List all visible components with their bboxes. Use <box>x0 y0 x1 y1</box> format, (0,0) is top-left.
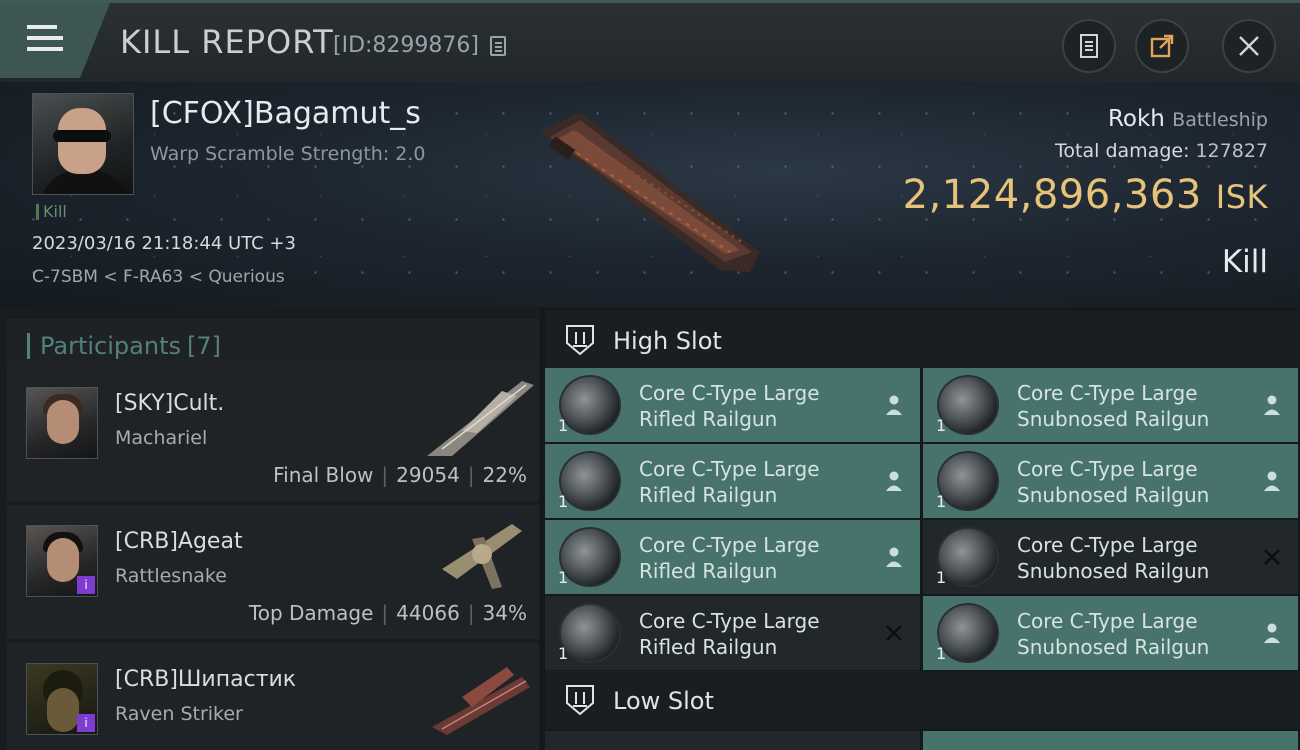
clipboard-button[interactable] <box>1062 19 1116 73</box>
high-slot-label: High Slot <box>613 327 722 355</box>
participants-panel: Participants [7] [SKY]Cult. Machariel Fin… <box>0 307 540 750</box>
person-icon <box>886 471 902 491</box>
module-slot[interactable]: 1 Core C-Type Large Snubnosed Railgun <box>923 520 1298 594</box>
victim-avatar[interactable] <box>32 93 134 195</box>
participant-ship: Rattlesnake <box>115 565 227 587</box>
high-slot-header: High Slot <box>545 311 1300 369</box>
participant-name: [SKY]Cult. <box>115 391 225 416</box>
module-slot[interactable]: 1 Core C-Type Large Rifled Railgun <box>545 444 920 518</box>
copy-icon[interactable] <box>490 36 506 56</box>
participant-ship: Machariel <box>115 427 208 449</box>
module-slot[interactable] <box>923 731 1298 750</box>
share-button[interactable] <box>1135 19 1189 73</box>
module-name: Core C-Type Large Snubnosed Railgun <box>1017 381 1210 431</box>
shield-icon <box>566 685 594 716</box>
module-slot[interactable]: 1 Core C-Type Large Rifled Railgun <box>545 520 920 594</box>
person-icon <box>886 395 902 415</box>
railgun-icon <box>559 375 621 435</box>
module-slot[interactable]: 1 Core C-Type Large Snubnosed Railgun <box>923 596 1298 670</box>
module-name: Core C-Type Large Rifled Railgun <box>639 457 820 507</box>
module-name: Core C-Type Large Snubnosed Railgun <box>1017 457 1210 507</box>
menu-icon <box>27 25 63 55</box>
module-slot[interactable]: 1 Core C-Type Large Rifled Railgun <box>545 368 920 442</box>
kill-tag: Kill <box>36 204 67 220</box>
railgun-icon <box>937 451 999 511</box>
module-quantity: 1 <box>936 644 947 663</box>
module-quantity: 1 <box>558 416 569 435</box>
participant-ship-image <box>432 667 530 735</box>
close-icon <box>1239 36 1259 56</box>
title-bar: KILL REPORT [ID:8299876] <box>0 0 1300 82</box>
participant-row[interactable]: i [CRB]Ageat Rattlesnake Top Damage | 4406… <box>7 505 539 639</box>
info-badge: i <box>77 576 95 594</box>
avatar[interactable] <box>26 387 98 459</box>
participant-stats: Top Damage | 44066 | 34% <box>248 601 527 625</box>
module-name: Core C-Type Large Rifled Railgun <box>639 381 820 431</box>
module-quantity: 1 <box>936 416 947 435</box>
info-badge: i <box>77 714 95 732</box>
person-icon <box>1264 395 1280 415</box>
module-quantity: 1 <box>936 492 947 511</box>
module-quantity: 1 <box>558 644 569 663</box>
result-label: Kill <box>1221 244 1268 280</box>
railgun-icon <box>559 527 621 587</box>
kill-datetime: 2023/03/16 21:18:44 UTC +3 <box>32 233 296 254</box>
railgun-icon <box>559 451 621 511</box>
participant-row[interactable]: [SKY]Cult. Machariel Final Blow | 29054 | 22… <box>7 367 539 501</box>
module-name: Core C-Type Large Snubnosed Railgun <box>1017 609 1210 659</box>
participant-stats: Final Blow | 29054 | 22% <box>273 463 527 487</box>
shield-icon <box>566 325 594 356</box>
participant-ship: Raven Striker <box>115 703 243 725</box>
x-icon <box>1264 549 1280 565</box>
module-quantity: 1 <box>936 568 947 587</box>
person-icon <box>886 547 902 567</box>
close-button[interactable] <box>1222 19 1276 73</box>
victim-ship-image[interactable] <box>520 102 780 282</box>
railgun-icon <box>937 603 999 663</box>
module-name: Core C-Type Large Rifled Railgun <box>639 609 820 659</box>
participants-header: Participants [7] <box>7 319 539 369</box>
warp-scramble-strength: Warp Scramble Strength: 2.0 <box>150 143 426 165</box>
module-slot[interactable]: 1 Core C-Type Large Snubnosed Railgun <box>923 444 1298 518</box>
railgun-icon <box>937 527 999 587</box>
total-damage: Total damage: 127827 <box>1055 140 1268 162</box>
low-slot-header: Low Slot <box>545 671 1300 729</box>
person-icon <box>1264 471 1280 491</box>
avatar[interactable]: i <box>26 663 98 735</box>
module-quantity: 1 <box>558 568 569 587</box>
participant-ship-image <box>427 381 534 456</box>
kill-location[interactable]: C-7SBM < F-RA63 < Querious <box>32 267 285 287</box>
railgun-icon <box>937 375 999 435</box>
participant-name: [CRB]Ageat <box>115 529 243 554</box>
module-slot[interactable] <box>545 731 920 750</box>
victim-name[interactable]: [CFOX]Bagamut_s <box>150 96 421 131</box>
participant-ship-image <box>442 524 522 589</box>
module-slot[interactable]: 1 Core C-Type Large Rifled Railgun <box>545 596 920 670</box>
railgun-icon <box>559 603 621 663</box>
report-id: [ID:8299876] <box>333 33 479 58</box>
participant-row[interactable]: i [CRB]Шипастик Raven Striker <box>7 643 539 750</box>
page-title: KILL REPORT <box>120 23 334 61</box>
module-name: Core C-Type Large Snubnosed Railgun <box>1017 533 1210 583</box>
participant-name: [CRB]Шипастик <box>115 667 297 692</box>
module-quantity: 1 <box>558 492 569 511</box>
module-name: Core C-Type Large Rifled Railgun <box>639 533 820 583</box>
share-icon <box>1150 34 1174 58</box>
isk-value: 2,124,896,363 ISK <box>902 172 1268 218</box>
person-icon <box>1264 623 1280 643</box>
fitting-panel: High Slot 1 Core C-Type Large Rifled Rail… <box>545 307 1300 750</box>
victim-header: [CFOX]Bagamut_s Warp Scramble Strength: … <box>0 82 1300 307</box>
participants-title: Participants [7] <box>27 333 221 359</box>
victim-ship[interactable]: Rokh Battleship <box>1108 106 1268 132</box>
avatar[interactable]: i <box>26 525 98 597</box>
clipboard-icon <box>1080 34 1098 58</box>
low-slot-label: Low Slot <box>613 687 714 715</box>
module-slot[interactable]: 1 Core C-Type Large Snubnosed Railgun <box>923 368 1298 442</box>
menu-button[interactable] <box>0 3 110 78</box>
x-icon <box>886 625 902 641</box>
